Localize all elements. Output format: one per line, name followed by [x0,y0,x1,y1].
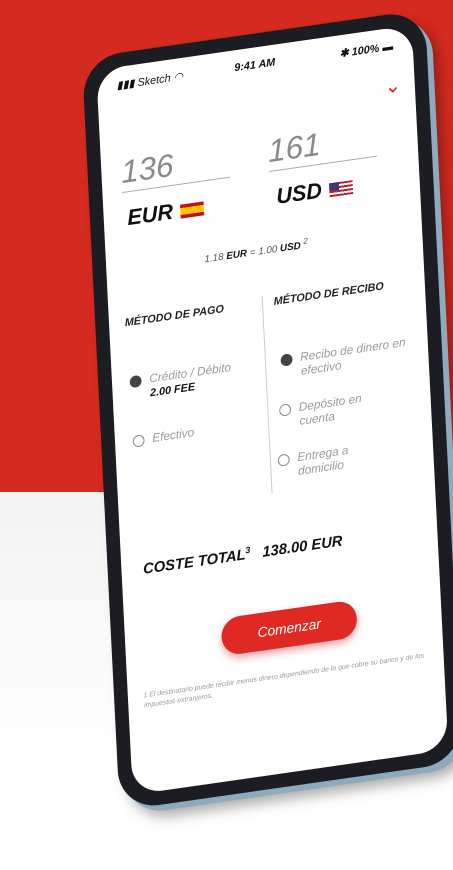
usa-flag-icon [329,180,354,198]
clock: 9:41 AM [234,56,276,75]
option-cash-label: Efectivo [151,425,195,445]
receive-currency-select[interactable]: USD [276,173,354,210]
battery-status: ✱ 100% ▬ [339,40,394,61]
send-currency-select[interactable]: EUR [127,194,205,231]
radio-cash[interactable] [132,434,145,448]
wifi-icon: ◠ [173,70,184,84]
rate-footnote-marker: 2 [302,235,308,246]
radio-bank-deposit[interactable] [278,403,292,417]
receive-currency-code: USD [275,177,323,209]
rate-to-currency: USD [279,240,301,255]
battery-icon: ▬ [382,40,394,55]
phone-mockup: ▮▮▮ Sketch ◠ 9:41 AM ✱ 100% ▬ ⌄ 136 EUR … [0,0,453,811]
rate-from-currency: EUR [226,248,248,263]
total-cost: COSTE TOTAL3 138.00 EUR [143,532,343,578]
send-currency-code: EUR [126,198,174,231]
spain-flag-icon [180,201,205,219]
receive-amount-input[interactable]: 161 [267,118,377,170]
total-amount: 138.00 EUR [261,532,343,561]
signal-icon: ▮▮▮ [116,77,135,93]
total-footnote-marker: 3 [245,544,251,556]
phone-device: ▮▮▮ Sketch ◠ 9:41 AM ✱ 100% ▬ ⌄ 136 EUR … [81,9,453,870]
rate-equals: = 1.00 [249,244,278,259]
carrier-status: ▮▮▮ Sketch ◠ [116,70,183,92]
column-divider [261,295,273,494]
battery-label: 100% [351,42,380,59]
total-label: COSTE TOTAL [142,546,246,578]
payment-method-title: MÉTODO DE PAGO [124,303,225,330]
chevron-down-icon[interactable]: ⌄ [384,73,402,100]
bluetooth-icon: ✱ [339,47,350,61]
option-cash-pickup-label: Recibo de dinero en efectivo [299,335,406,378]
receive-method-title: MÉTODO DE RECIBO [273,280,385,308]
option-home-delivery-label: Entrega a domicilio [297,442,349,478]
radio-credit-debit[interactable] [129,374,142,389]
app-screen: ▮▮▮ Sketch ◠ 9:41 AM ✱ 100% ▬ ⌄ 136 EUR … [96,25,449,795]
radio-cash-pickup[interactable] [280,353,293,367]
send-amount-input[interactable]: 136 [120,139,230,191]
exchange-rate: 1.18 EUR = 1.00 USD 2 [204,235,308,265]
carrier-label: Sketch [137,72,171,90]
footnote: 1 El destinatario puede recibir menos di… [143,652,425,710]
option-bank-deposit-label: Depósito en cuenta [298,391,362,428]
rate-value: 1.18 [204,251,224,266]
start-button[interactable]: Comenzar [220,599,358,657]
radio-home-delivery[interactable] [277,453,290,467]
